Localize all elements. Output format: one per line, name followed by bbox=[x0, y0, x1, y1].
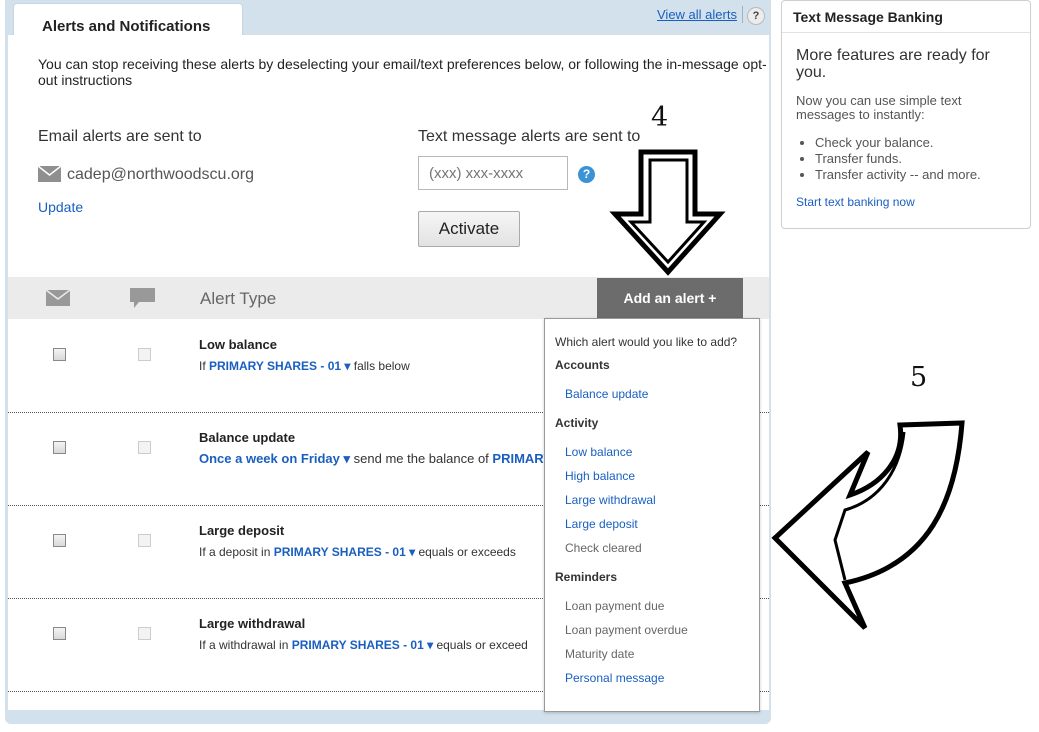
help-icon[interactable]: ? bbox=[578, 166, 595, 183]
view-all-alerts-link[interactable]: View all alerts bbox=[657, 7, 737, 22]
desc-text: falls below bbox=[350, 359, 410, 373]
text-checkbox[interactable] bbox=[138, 441, 151, 454]
menu-item-large-deposit[interactable]: Large deposit bbox=[565, 517, 638, 531]
menu-heading-reminders: Reminders bbox=[555, 570, 618, 584]
text-message-column-icon bbox=[130, 288, 155, 308]
feature-list: Check your balance. Transfer funds. Tran… bbox=[796, 135, 981, 183]
step-5-label: 5 bbox=[910, 362, 928, 393]
alert-title: Low balance bbox=[199, 337, 278, 352]
desc-text: If a withdrawal in bbox=[199, 638, 292, 652]
list-item: Transfer funds. bbox=[815, 151, 981, 167]
menu-item-personal-message[interactable]: Personal message bbox=[565, 671, 664, 685]
menu-question: Which alert would you like to add? bbox=[555, 335, 738, 349]
account-dropdown[interactable]: PRIMARY SHARES - 01 ▾ bbox=[274, 545, 415, 559]
email-heading: Email alerts are sent to bbox=[38, 128, 202, 145]
menu-item-low-balance[interactable]: Low balance bbox=[565, 445, 632, 459]
card-description: Now you can use simple text messages to … bbox=[796, 93, 962, 122]
menu-item-large-withdrawal[interactable]: Large withdrawal bbox=[565, 493, 656, 507]
menu-item-balance-update[interactable]: Balance update bbox=[565, 387, 648, 401]
divider bbox=[742, 6, 743, 23]
menu-item-high-balance[interactable]: High balance bbox=[565, 469, 635, 483]
email-column-icon bbox=[46, 290, 70, 306]
frequency-dropdown[interactable]: Once a week on Friday ▾ bbox=[199, 451, 350, 466]
account-dropdown[interactable]: PRIMARY SHARES - 01 ▾ bbox=[209, 359, 350, 373]
desc-text: If bbox=[199, 359, 210, 373]
alert-title: Large withdrawal bbox=[199, 616, 306, 631]
help-icon[interactable]: ? bbox=[747, 7, 765, 25]
alert-title: Balance update bbox=[199, 430, 296, 445]
account-dropdown[interactable]: PRIMARY bbox=[492, 451, 551, 466]
intro-text: You can stop receiving these alerts by d… bbox=[38, 56, 767, 88]
phone-number-input[interactable] bbox=[418, 156, 568, 190]
text-checkbox[interactable] bbox=[138, 348, 151, 361]
text-checkbox[interactable] bbox=[138, 534, 151, 547]
list-item: Transfer activity -- and more. bbox=[815, 167, 981, 183]
add-alert-button[interactable]: Add an alert + bbox=[597, 278, 743, 318]
text-banking-card: Text Message Banking More features are r… bbox=[781, 0, 1031, 229]
text-heading: Text message alerts are sent to bbox=[418, 128, 641, 145]
menu-item-check-cleared: Check cleared bbox=[565, 541, 642, 555]
alert-type-header: Alert Type bbox=[200, 289, 277, 308]
desc-text: send me the balance of bbox=[350, 451, 493, 466]
start-text-banking-link[interactable]: Start text banking now bbox=[796, 195, 915, 209]
menu-item-loan-payment-overdue: Loan payment overdue bbox=[565, 623, 688, 637]
alerts-table-header: Alert Type Add an alert + bbox=[8, 277, 769, 319]
desc-text: If a deposit in bbox=[199, 545, 274, 559]
activate-button[interactable]: Activate bbox=[418, 211, 520, 247]
alert-description: If a withdrawal in PRIMARY SHARES - 01 ▾… bbox=[199, 638, 528, 652]
card-title: Text Message Banking bbox=[793, 9, 943, 25]
menu-item-loan-payment-due: Loan payment due bbox=[565, 599, 665, 613]
menu-heading-accounts: Accounts bbox=[555, 358, 610, 372]
desc-text: equals or exceeds bbox=[415, 545, 516, 559]
desc-text: equals or exceed bbox=[433, 638, 528, 652]
add-alert-menu: Which alert would you like to add? Accou… bbox=[544, 318, 760, 712]
divider bbox=[782, 32, 1030, 33]
update-email-link[interactable]: Update bbox=[38, 199, 83, 215]
curved-left-arrow-icon bbox=[771, 420, 965, 630]
tab-label: Alerts and Notifications bbox=[42, 18, 211, 35]
text-checkbox[interactable] bbox=[138, 627, 151, 640]
email-address: cadep@northwoodscu.org bbox=[67, 166, 255, 183]
envelope-icon bbox=[38, 166, 61, 182]
alert-description: If PRIMARY SHARES - 01 ▾ falls below bbox=[199, 359, 410, 373]
alert-description: If a deposit in PRIMARY SHARES - 01 ▾ eq… bbox=[199, 545, 516, 559]
step-4-label: 4 bbox=[651, 102, 669, 133]
email-checkbox[interactable] bbox=[53, 441, 66, 454]
email-checkbox[interactable] bbox=[53, 627, 66, 640]
menu-item-maturity-date: Maturity date bbox=[565, 647, 635, 661]
card-headline: More features are ready for you. bbox=[796, 47, 990, 81]
list-item: Check your balance. bbox=[815, 135, 981, 151]
email-checkbox[interactable] bbox=[53, 348, 66, 361]
tab-alerts-and-notifications[interactable]: Alerts and Notifications bbox=[13, 3, 243, 38]
alert-description: Once a week on Friday ▾ send me the bala… bbox=[199, 451, 552, 467]
account-dropdown[interactable]: PRIMARY SHARES - 01 ▾ bbox=[292, 638, 433, 652]
email-checkbox[interactable] bbox=[53, 534, 66, 547]
alert-title: Large deposit bbox=[199, 523, 285, 538]
menu-heading-activity: Activity bbox=[555, 416, 599, 430]
